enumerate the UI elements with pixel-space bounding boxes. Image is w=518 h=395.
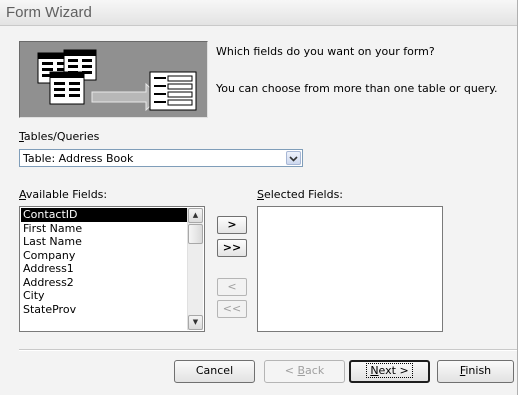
finish-button[interactable]: Finish [437,360,514,383]
wizard-question: Which fields do you want on your form? [216,45,435,58]
tables-queries-value: Table: Address Book [23,152,134,165]
window-title: Form Wizard [6,4,92,21]
footer-divider [19,349,517,351]
chevron-down-icon[interactable] [286,151,301,165]
list-item[interactable]: ContactID [21,208,187,222]
list-item[interactable]: StateProv [21,303,187,317]
scroll-up-icon[interactable]: ▲ [188,208,203,223]
form-wizard-dialog: Form Wizard Which fields do you want on … [0,0,518,395]
next-button[interactable]: Next > [349,360,430,383]
available-fields-list[interactable]: ContactID First Name Last Name Company Addre… [19,206,205,332]
list-item[interactable]: First Name [21,222,187,236]
available-fields-items: ContactID First Name Last Name Company Addre… [21,208,187,316]
selected-fields-label: Selected Fields: [257,188,344,201]
remove-one-button[interactable]: < [217,278,247,296]
available-fields-scrollbar[interactable]: ▲ ▼ [187,208,203,330]
cancel-button[interactable]: Cancel [174,360,255,383]
selected-fields-list[interactable] [257,206,443,332]
add-one-button[interactable]: > [217,216,247,234]
tables-queries-dropdown[interactable]: Table: Address Book [19,149,303,167]
title-bar[interactable]: Form Wizard [0,0,517,26]
tables-queries-label: Tables/Queries [19,130,100,143]
wizard-illustration [19,41,208,118]
scroll-down-icon[interactable]: ▼ [188,315,203,330]
scroll-thumb[interactable] [188,224,203,244]
tables-to-form-icon [37,49,197,112]
list-item[interactable]: Company [21,249,187,263]
remove-all-button[interactable]: << [217,300,247,318]
list-item[interactable]: City [21,289,187,303]
available-fields-label: Available Fields: [19,188,108,201]
list-item[interactable]: Address1 [21,262,187,276]
list-item[interactable]: Address2 [21,276,187,290]
back-button[interactable]: < Back [264,360,345,383]
add-all-button[interactable]: >> [217,239,247,257]
list-item[interactable]: Last Name [21,235,187,249]
wizard-hint: You can choose from more than one table … [216,82,498,95]
